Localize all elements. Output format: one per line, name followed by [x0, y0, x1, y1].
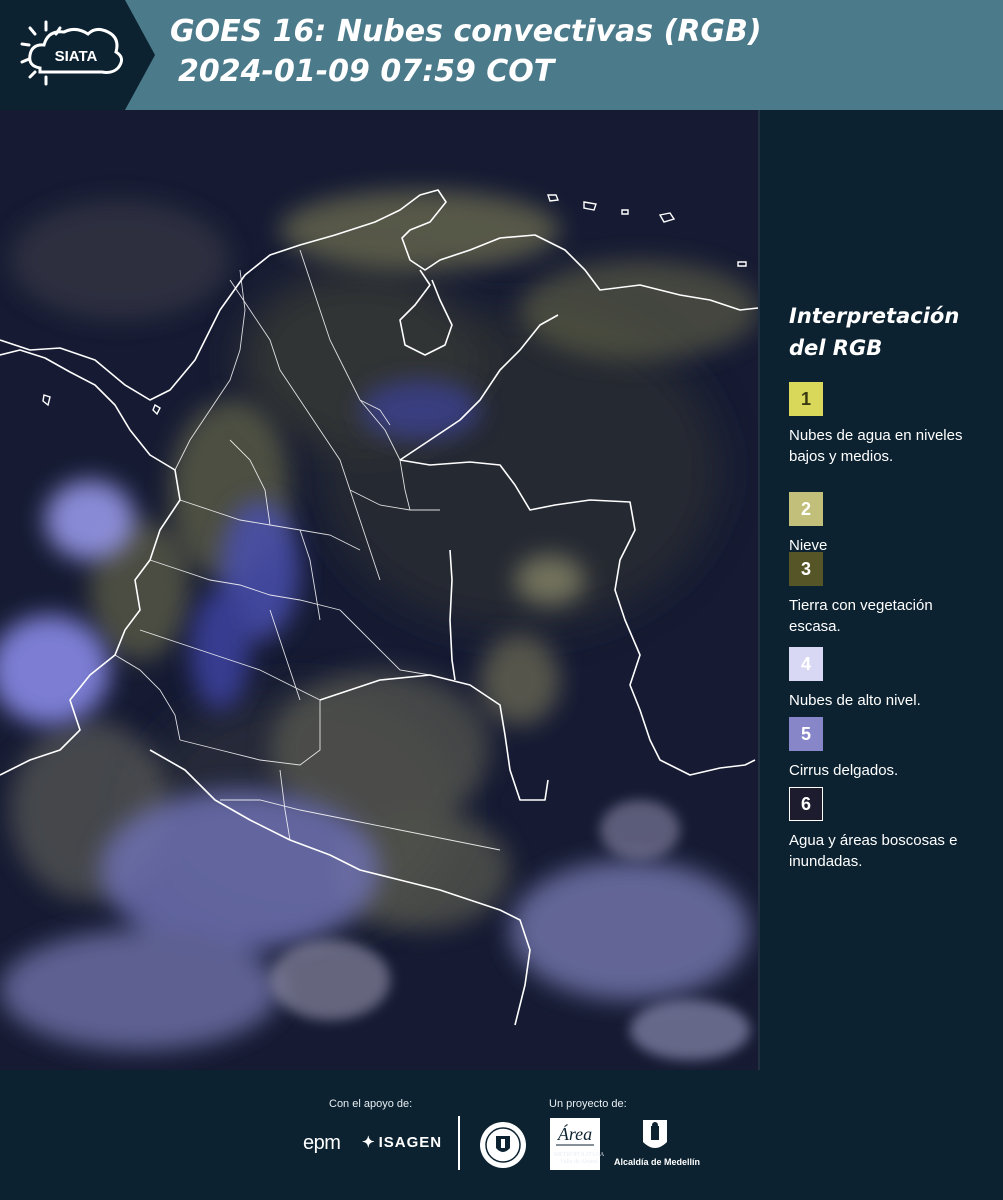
- alcaldia-text: Alcaldía de Medellín: [614, 1157, 701, 1167]
- epm-logo[interactable]: epm: [303, 1132, 341, 1155]
- university-seal-logo[interactable]: [478, 1120, 528, 1174]
- isagen-mark-icon: ✦: [362, 1134, 376, 1151]
- legend-swatch: 4: [789, 647, 823, 681]
- legend-label: Tierra con vegetación escasa.: [789, 597, 933, 635]
- footer-divider: [458, 1116, 460, 1170]
- project-caption: Un proyecto de:: [549, 1098, 627, 1110]
- legend-item: 3 Tierra con vegetación escasa.: [789, 552, 994, 637]
- legend-label: Nubes de alto nivel.: [789, 692, 921, 709]
- legend-label: Agua y áreas boscosas e inundadas.: [789, 832, 958, 870]
- legend-swatch: 5: [789, 717, 823, 751]
- isagen-logo-text: ISAGEN: [378, 1134, 443, 1151]
- legend-label: Cirrus delgados.: [789, 762, 899, 779]
- page-timestamp: 2024-01-09 07:59 COT: [178, 54, 555, 89]
- legend-item: 1 Nubes de agua en niveles bajos y medios…: [789, 382, 994, 467]
- legend-swatch: 1: [789, 382, 823, 416]
- legend-panel: Interpretación del RGB 1 Nubes de agua en…: [762, 110, 1003, 1070]
- legend-item: 5 Cirrus delgados.: [789, 717, 994, 781]
- legend-item: 6 Agua y áreas boscosas e inundadas.: [789, 787, 994, 872]
- support-caption: Con el apoyo de:: [329, 1098, 413, 1110]
- isagen-logo[interactable]: ✦ ISAGEN: [362, 1133, 442, 1151]
- legend-swatch: 2: [789, 492, 823, 526]
- satellite-image: [0, 110, 758, 1070]
- legend-title: Interpretación del RGB: [789, 304, 960, 360]
- svg-text:Área: Área: [557, 1123, 592, 1144]
- footer: Con el apoyo de: Un proyecto de: epm ✦ IS…: [0, 1070, 1003, 1200]
- page-title: GOES 16: Nubes convectivas (RGB): [170, 14, 762, 49]
- alcaldia-shield-icon[interactable]: [641, 1118, 669, 1160]
- legend-item: 2 Nieve: [789, 492, 994, 556]
- header-bar: SIATA GOES 16: Nubes convectivas (RGB) 2…: [0, 0, 1003, 110]
- satellite-map[interactable]: [0, 110, 760, 1070]
- siata-logo[interactable]: SIATA: [0, 0, 155, 110]
- logo-text: SIATA: [55, 48, 98, 65]
- legend-label: Nubes de agua en niveles bajos y medios.: [789, 427, 963, 465]
- area-metropolitana-text: METROPOLITANA Valle de Aburrá: [553, 1152, 605, 1165]
- legend-swatch: 3: [789, 552, 823, 586]
- legend-swatch: 6: [789, 787, 823, 821]
- legend-item: 4 Nubes de alto nivel.: [789, 647, 994, 711]
